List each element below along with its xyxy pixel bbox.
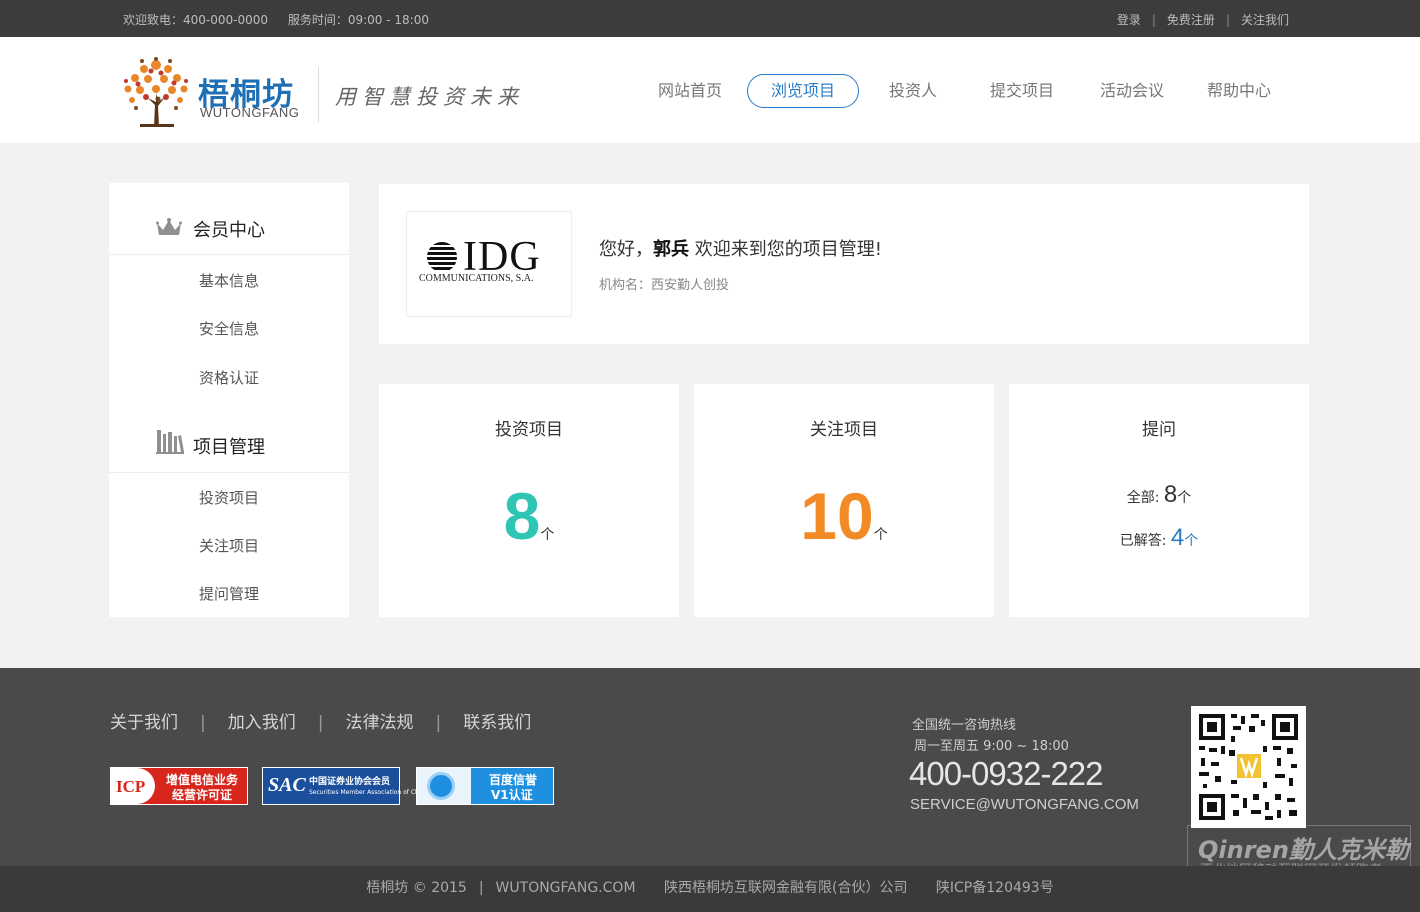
top-bar: 欢迎致电：400-000-0000 服务时间：09:00 - 18:00 登录 |…	[0, 0, 1420, 37]
logo-divider	[318, 67, 319, 123]
followed-count-unit: 个	[873, 526, 888, 542]
top-bar-links: 登录 | 免费注册 | 关注我们	[1116, 13, 1289, 27]
main-nav: 网站首页 浏览项目 投资人 提交项目 活动会议 帮助中心	[637, 74, 1295, 108]
nav-investors[interactable]: 投资人	[863, 74, 963, 108]
member-sidebar: 会员中心 基本信息 安全信息 资格认证 项目管理 投资项目 关注项目 提问管理	[109, 183, 349, 617]
nav-browse-projects[interactable]: 浏览项目	[747, 74, 859, 108]
questions-answered-value: 4	[1170, 524, 1185, 551]
nav-events[interactable]: 活动会议	[1081, 74, 1183, 108]
slogan: 用智慧投资未来	[335, 85, 524, 109]
baidu-line2: V1认证	[491, 788, 533, 802]
site-logo[interactable]: 梧桐坊 WUTONGFANG	[118, 53, 318, 127]
welcome-card: IDG COMMUNICATIONS, S.A. 您好，郭兵 欢迎来到您的项目管…	[379, 184, 1309, 344]
hotline-hours: 周一至周五 9:00 ~ 18:00	[914, 739, 1069, 754]
nav-submit-project[interactable]: 提交项目	[967, 74, 1077, 108]
idg-logo-subtext: COMMUNICATIONS, S.A.	[419, 273, 534, 284]
sac-member-badge[interactable]: SAC 中国证券业协会会员 Securities Member Associat…	[262, 767, 428, 805]
idg-globe-icon	[427, 242, 457, 272]
hotline-title: 全国统一咨询热线	[912, 718, 1017, 733]
welcome-greeting: 您好，郭兵 欢迎来到您的项目管理!	[599, 235, 882, 261]
sidebar-item-followed-projects[interactable]: 关注项目	[109, 535, 349, 556]
sidebar-item-qualification[interactable]: 资格认证	[109, 367, 349, 388]
organization-name: 机构名：西安勤人创投	[599, 278, 730, 293]
top-bar-hours: 服务时间：09:00 - 18:00	[287, 13, 429, 27]
copyright-icp: 陕ICP备120493号	[935, 880, 1054, 896]
questions-title: 提问	[1142, 420, 1176, 440]
questions-all-row: 全部: 8个	[1009, 481, 1309, 509]
copyright-text: 梧桐坊 © 2015	[366, 880, 467, 896]
footer-link-join[interactable]: 加入我们	[228, 713, 296, 733]
top-bar-contact: 欢迎致电：400-000-0000 服务时间：09:00 - 18:00	[123, 11, 445, 28]
questions-answered-label: 已解答:	[1119, 533, 1167, 549]
invested-count-value: 8	[503, 479, 541, 553]
sidebar-item-basic-info[interactable]: 基本信息	[109, 270, 349, 291]
greeting-suffix: 欢迎来到您的项目管理!	[689, 239, 882, 260]
invested-count-unit: 个	[540, 526, 555, 542]
project-management-title: 项目管理	[193, 437, 265, 458]
footer-link-contact[interactable]: 联系我们	[463, 713, 531, 733]
books-icon	[156, 430, 184, 454]
icp-line2: 经营许可证	[172, 788, 233, 802]
followed-projects-title: 关注项目	[810, 420, 878, 440]
footer-link-about[interactable]: 关于我们	[110, 713, 178, 733]
invested-projects-count: 8个	[379, 476, 679, 574]
member-center-title: 会员中心	[193, 220, 265, 241]
icp-logo: ICP	[116, 777, 146, 796]
sac-logo: SAC	[268, 774, 306, 796]
copyright-company: 陕西梧桐坊互联网金融有限(合伙）公司	[663, 880, 908, 896]
qr-code	[1191, 706, 1306, 828]
footer-links: 关于我们 | 加入我们 | 法律法规 | 联系我们	[110, 713, 532, 733]
questions-answered-unit: 个	[1184, 533, 1199, 549]
organization-logo: IDG COMMUNICATIONS, S.A.	[406, 211, 572, 317]
nav-help-center[interactable]: 帮助中心	[1187, 74, 1291, 108]
copyright-domain: WUTONGFANG.COM	[495, 880, 636, 896]
site-header: 梧桐坊 WUTONGFANG 用智慧投资未来 网站首页 浏览项目 投资人 提交项…	[0, 37, 1420, 143]
questions-card[interactable]: 提问 全部: 8个 已解答: 4个	[1009, 384, 1309, 617]
followed-projects-count: 10个	[694, 476, 994, 574]
top-bar-phone: 欢迎致电：400-000-0000	[123, 13, 269, 27]
user-name: 郭兵	[653, 239, 689, 260]
icp-license-badge[interactable]: ICP 增值电信业务 经营许可证	[110, 767, 248, 805]
invested-projects-card[interactable]: 投资项目 8个	[379, 384, 679, 617]
sac-line2: Securities Member Association of China	[309, 789, 428, 796]
questions-all-label: 全部:	[1126, 490, 1160, 506]
crown-icon	[156, 218, 182, 235]
login-link[interactable]: 登录	[1117, 13, 1141, 27]
footer-link-legal[interactable]: 法律法规	[345, 713, 413, 733]
logo-english-text: WUTONGFANG	[200, 105, 300, 120]
hotline-phone: 400-0932-222	[909, 755, 1104, 792]
followed-count-value: 10	[800, 479, 874, 553]
tree-logo-icon	[124, 57, 188, 127]
questions-answered-row: 已解答: 4个	[1009, 524, 1309, 552]
copyright-bar: 梧桐坊 © 2015 | WUTONGFANG.COM 陕西梧桐坊互联网金融有限(合…	[0, 866, 1420, 912]
sidebar-item-invested-projects[interactable]: 投资项目	[109, 487, 349, 508]
sac-line1: 中国证券业协会会员	[309, 777, 391, 787]
site-footer: 关于我们 | 加入我们 | 法律法规 | 联系我们 ICP 增值电信业务 经营许可证 SAC…	[0, 668, 1420, 907]
sidebar-item-question-management[interactable]: 提问管理	[109, 583, 349, 604]
qr-code-icon	[1191, 706, 1306, 828]
greeting-prefix: 您好，	[599, 239, 653, 260]
nav-home[interactable]: 网站首页	[637, 74, 743, 108]
questions-all-unit: 个	[1177, 490, 1192, 506]
baidu-v-icon	[427, 772, 455, 800]
follow-us-link[interactable]: 关注我们	[1241, 13, 1289, 27]
questions-all-value: 8	[1163, 481, 1178, 508]
followed-projects-card[interactable]: 关注项目 10个	[694, 384, 994, 617]
service-email[interactable]: SERVICE@WUTONGFANG.COM	[910, 796, 1139, 813]
invested-projects-title: 投资项目	[495, 420, 563, 440]
baidu-credit-badge[interactable]: 百度信誉 V1认证	[416, 767, 554, 805]
member-center-header: 会员中心	[109, 183, 349, 255]
project-management-header: 项目管理	[109, 401, 349, 473]
sidebar-item-security-info[interactable]: 安全信息	[109, 318, 349, 339]
register-link[interactable]: 免费注册	[1167, 13, 1215, 27]
